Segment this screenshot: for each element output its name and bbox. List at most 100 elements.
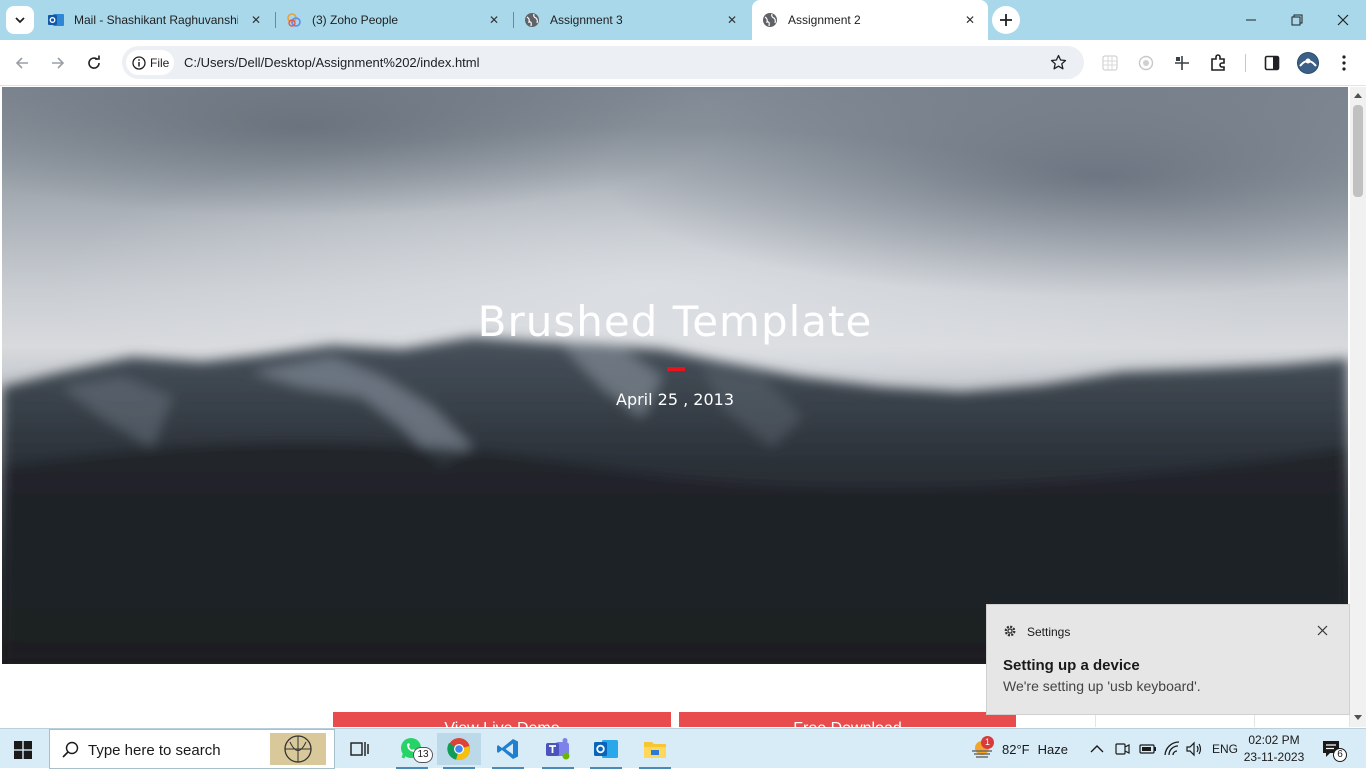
taskbar-chrome[interactable] bbox=[437, 733, 481, 769]
weather-alert-badge: 1 bbox=[981, 736, 994, 749]
vertical-scrollbar[interactable] bbox=[1350, 87, 1366, 727]
task-view-icon bbox=[350, 742, 369, 756]
info-icon bbox=[132, 55, 146, 70]
arrow-right-icon bbox=[52, 57, 65, 69]
close-icon[interactable] bbox=[1317, 625, 1328, 636]
close-icon[interactable]: ✕ bbox=[248, 12, 264, 28]
taskbar-search-box[interactable]: Type here to search bbox=[49, 729, 335, 769]
profile-avatar[interactable] bbox=[1297, 52, 1319, 74]
globe-icon bbox=[763, 13, 777, 27]
minimize-button[interactable] bbox=[1228, 0, 1274, 40]
minimize-icon bbox=[1246, 19, 1256, 21]
tab-zoho[interactable]: (3) Zoho People ✕ bbox=[276, 0, 512, 40]
view-live-demo-button[interactable]: View Live Demo bbox=[333, 712, 671, 727]
back-button[interactable] bbox=[8, 49, 36, 77]
hero-title: Brushed Template bbox=[477, 297, 873, 346]
language-indicator[interactable]: ENG bbox=[1212, 729, 1238, 769]
tray-overflow-button[interactable] bbox=[1090, 729, 1104, 769]
globe-icon bbox=[525, 13, 539, 27]
close-icon[interactable]: ✕ bbox=[962, 12, 978, 28]
tab-assignment-2[interactable]: Assignment 2 ✕ bbox=[752, 0, 988, 40]
windows-taskbar: Type here to search 13 1 82°F Haze ENG 0… bbox=[0, 728, 1366, 769]
scroll-up-arrow-icon[interactable] bbox=[1354, 92, 1362, 98]
wifi-icon[interactable] bbox=[1163, 729, 1181, 769]
free-download-button[interactable]: Free Download bbox=[679, 712, 1016, 727]
site-info-chip[interactable]: File bbox=[126, 50, 174, 75]
new-tab-button[interactable] bbox=[992, 6, 1020, 34]
tab-assignment-3[interactable]: Assignment 3 ✕ bbox=[514, 0, 750, 40]
tab-search-button[interactable] bbox=[6, 6, 34, 34]
outlook-icon bbox=[48, 14, 64, 26]
notification-title: Setting up a device bbox=[1003, 657, 1140, 674]
notification-body: We're setting up 'usb keyboard'. bbox=[1003, 678, 1201, 694]
taskbar-file-explorer[interactable] bbox=[633, 733, 677, 769]
taskbar-clock[interactable]: 02:02 PM 23-11-2023 bbox=[1240, 732, 1308, 766]
close-icon[interactable]: ✕ bbox=[486, 12, 502, 28]
vscode-icon bbox=[497, 739, 518, 759]
arrow-left-icon bbox=[15, 57, 28, 69]
scrollbar-thumb[interactable] bbox=[1353, 105, 1363, 197]
teams-icon bbox=[546, 738, 570, 760]
reload-button[interactable] bbox=[80, 49, 108, 77]
mountain-background-image bbox=[2, 337, 1348, 664]
extension-move-icon[interactable] bbox=[1172, 53, 1192, 73]
weather-temperature: 82°F bbox=[1002, 741, 1030, 757]
folder-icon bbox=[644, 742, 666, 758]
task-view-button[interactable] bbox=[338, 733, 382, 765]
chevron-up-icon bbox=[1090, 745, 1104, 753]
tray-meet-icon[interactable] bbox=[1114, 729, 1130, 769]
kebab-menu-icon[interactable] bbox=[1334, 53, 1354, 73]
tab-strip: Mail - Shashikant Raghuvanshi ✕ (3) Zoho… bbox=[0, 0, 1366, 40]
restore-icon bbox=[1291, 14, 1303, 26]
close-icon bbox=[1337, 14, 1349, 26]
site-info-label: File bbox=[150, 55, 170, 70]
address-bar[interactable]: File C:/Users/Dell/Desktop/Assignment%20… bbox=[122, 46, 1084, 79]
clock-time: 02:02 PM bbox=[1248, 733, 1300, 747]
toolbar-divider bbox=[1245, 54, 1246, 72]
extension-grid-icon[interactable] bbox=[1100, 53, 1120, 73]
window-close-button[interactable] bbox=[1320, 0, 1366, 40]
browser-toolbar: File C:/Users/Dell/Desktop/Assignment%20… bbox=[0, 40, 1366, 86]
tab-title: Assignment 3 bbox=[550, 13, 623, 27]
chevron-down-icon bbox=[15, 17, 25, 24]
extension-circle-icon[interactable] bbox=[1136, 53, 1156, 73]
notification-count-badge: 6 bbox=[1333, 748, 1347, 762]
search-placeholder: Type here to search bbox=[88, 742, 221, 759]
volume-icon[interactable] bbox=[1186, 729, 1204, 769]
reload-icon bbox=[88, 55, 100, 69]
windows-logo-icon bbox=[14, 741, 32, 759]
clock-date: 23-11-2023 bbox=[1243, 750, 1305, 764]
settings-notification[interactable]: Settings Setting up a device We're setti… bbox=[986, 604, 1350, 715]
tab-title: (3) Zoho People bbox=[312, 13, 399, 27]
taskbar-whatsapp[interactable]: 13 bbox=[390, 733, 434, 769]
search-highlight-image bbox=[270, 733, 326, 765]
whatsapp-badge: 13 bbox=[413, 747, 433, 763]
weather-widget[interactable]: 1 82°F Haze bbox=[970, 729, 1068, 769]
side-panel-icon[interactable] bbox=[1262, 53, 1282, 73]
tab-mail[interactable]: Mail - Shashikant Raghuvanshi ✕ bbox=[38, 0, 274, 40]
taskbar-vscode[interactable] bbox=[486, 733, 530, 769]
tab-title: Mail - Shashikant Raghuvanshi bbox=[74, 13, 238, 27]
start-button[interactable] bbox=[14, 741, 32, 759]
taskbar-teams[interactable] bbox=[536, 733, 580, 769]
taskbar-outlook[interactable] bbox=[584, 733, 628, 769]
scroll-down-arrow-icon[interactable] bbox=[1354, 715, 1362, 721]
restore-button[interactable] bbox=[1274, 0, 1320, 40]
weather-description: Haze bbox=[1037, 741, 1068, 757]
bookmark-star-icon[interactable] bbox=[1050, 54, 1067, 71]
battery-icon[interactable] bbox=[1139, 729, 1157, 769]
outlook-icon bbox=[594, 740, 618, 758]
notification-app-name: Settings bbox=[1027, 625, 1071, 639]
notification-center-button[interactable]: 6 bbox=[1322, 729, 1347, 769]
forward-button[interactable] bbox=[44, 49, 72, 77]
hero-date: April 25 , 2013 bbox=[616, 390, 734, 409]
language-label: ENG bbox=[1212, 742, 1239, 756]
chrome-icon bbox=[447, 738, 470, 760]
hero-accent-bar bbox=[667, 367, 685, 371]
plus-icon bbox=[1000, 14, 1012, 26]
zoho-icon bbox=[287, 13, 301, 27]
close-icon[interactable]: ✕ bbox=[724, 12, 740, 28]
extensions-puzzle-icon[interactable] bbox=[1208, 53, 1228, 73]
tab-title: Assignment 2 bbox=[788, 13, 861, 27]
url-text[interactable]: C:/Users/Dell/Desktop/Assignment%202/ind… bbox=[184, 55, 480, 70]
